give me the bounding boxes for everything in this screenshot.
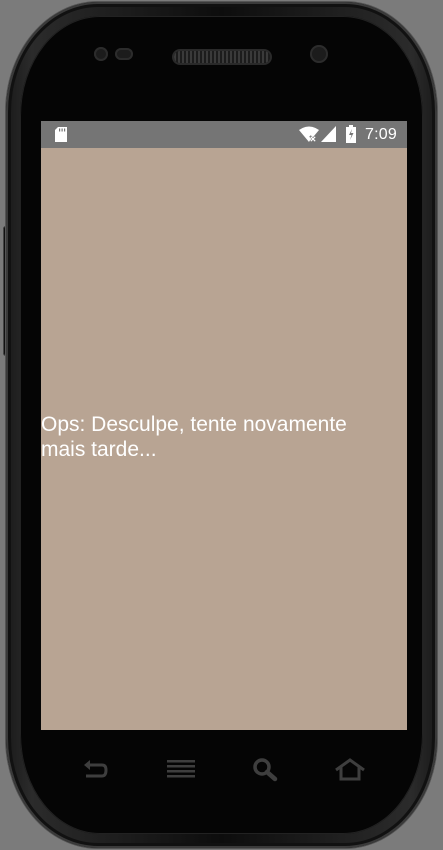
error-message: Ops: Desculpe, tente novamente mais tard… xyxy=(41,413,347,461)
proximity-sensor-icon xyxy=(94,47,108,61)
light-sensor-icon xyxy=(115,48,133,60)
front-camera-icon xyxy=(310,45,328,63)
menu-button[interactable] xyxy=(165,755,197,785)
status-clock: 7:09 xyxy=(365,126,397,143)
battery-icon xyxy=(346,125,356,143)
status-bar: 7:09 xyxy=(41,121,407,148)
emulator-frame: 7:09 Ops: Desculpe, tente novamente mais… xyxy=(0,0,443,850)
sd-card-icon xyxy=(55,127,67,142)
menu-icon xyxy=(167,760,195,778)
device-screen: 7:09 Ops: Desculpe, tente novamente mais… xyxy=(41,121,407,730)
home-icon xyxy=(335,758,365,781)
earpiece-speaker-icon xyxy=(174,51,270,63)
search-icon xyxy=(253,758,278,782)
home-button[interactable] xyxy=(333,755,367,785)
cell-signal-icon xyxy=(321,126,336,142)
back-icon xyxy=(84,760,108,778)
search-button[interactable] xyxy=(251,755,279,785)
back-button[interactable] xyxy=(80,755,110,785)
wifi-icon xyxy=(299,126,319,143)
